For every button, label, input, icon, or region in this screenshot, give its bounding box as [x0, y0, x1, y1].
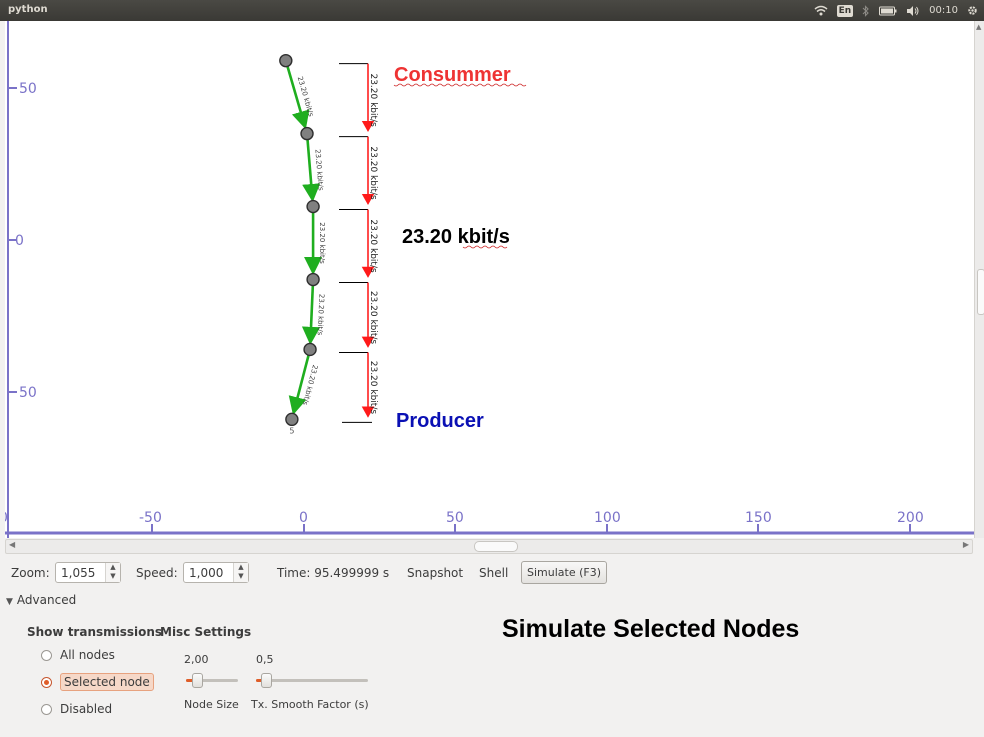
title-bar: python En 00:10 — [0, 0, 984, 21]
node-size-label: Node Size — [184, 698, 239, 711]
link-rate-label: 23.20 kbit/s — [296, 76, 315, 118]
radio-all-nodes[interactable]: All nodes — [41, 648, 115, 662]
keyboard-lang-icon[interactable]: En — [836, 4, 854, 17]
snapshot-button[interactable]: Snapshot — [407, 566, 463, 580]
vertical-scrollbar[interactable]: ▲ — [974, 21, 984, 538]
x-tick-label: 0 — [299, 510, 308, 526]
y-tick-label: 50 — [19, 81, 37, 97]
zoom-stepper-icon[interactable]: ▲ ▼ — [105, 563, 120, 582]
smooth-factor-label: Tx. Smooth Factor (s) — [251, 698, 369, 711]
rate-label: 23.20 kbit/s — [402, 226, 510, 248]
smooth-factor-slider[interactable] — [256, 673, 368, 688]
x-tick-label: 100 — [594, 510, 621, 526]
y-tick-label: 50 — [19, 385, 37, 401]
radio-circle-icon[interactable] — [41, 703, 52, 715]
radio-label[interactable]: Disabled — [60, 702, 112, 716]
node-size-slider[interactable] — [186, 673, 238, 688]
transmission-rate-label: 23.20 kbit/s — [368, 146, 378, 200]
zoom-spinner[interactable]: 1,055 ▲ ▼ — [55, 562, 121, 583]
clock[interactable]: 00:10 — [929, 5, 958, 16]
scroll-up-icon[interactable]: ▲ — [976, 23, 981, 31]
transmission-rate-label: 23.20 kbit/s — [368, 219, 378, 273]
link-rate-label: 23.20 kbit/s — [316, 294, 326, 336]
network-node[interactable] — [279, 53, 293, 68]
x-ticks: 0 -50 0 50 100 150 200 — [5, 510, 924, 533]
transmission-rate-label: 23.20 kbit/s — [368, 291, 378, 345]
scroll-right-icon[interactable]: ▶ — [963, 540, 969, 549]
transmission-rate-label: 23.20 kbit/s — [368, 361, 378, 415]
consumer-label: Consummer — [394, 64, 511, 86]
x-tick-label: 200 — [897, 510, 924, 526]
radio-label[interactable]: Selected node — [60, 673, 154, 691]
scroll-left-icon[interactable]: ◀ — [9, 540, 15, 549]
advanced-label[interactable]: Advanced — [17, 593, 76, 607]
x-tick-label: -50 — [139, 510, 162, 526]
vertical-scroll-thumb[interactable] — [977, 269, 984, 315]
transmissions-layer: 23.20 kbit/s 23.20 kbit/s 23.20 kbit/s 23.2… — [339, 63, 378, 423]
smooth-factor-slider-handle[interactable] — [261, 673, 272, 688]
show-transmissions-heading: Show transmissions — [27, 625, 163, 639]
transmission-rate-label: 23.20 kbit/s — [368, 73, 378, 127]
system-tray: En 00:10 — [814, 2, 978, 19]
window-title: python — [8, 4, 48, 15]
advanced-expander[interactable]: ▼ Advanced — [6, 593, 76, 607]
speed-label: Speed: — [136, 566, 178, 580]
network-node[interactable] — [306, 199, 320, 214]
zoom-value[interactable]: 1,055 — [61, 566, 95, 580]
link-edge — [301, 279, 321, 346]
network-node[interactable] — [303, 342, 317, 357]
network-node[interactable] — [300, 126, 314, 141]
volume-icon[interactable] — [906, 5, 920, 17]
radio-circle-icon[interactable] — [41, 676, 52, 688]
horizontal-scroll-thumb[interactable] — [474, 541, 518, 552]
x-tick-label: 0 — [5, 510, 8, 526]
links-layer: 23.20 kbit/s 23.20 kbit/s 23.20 kbit/s 23.2… — [284, 60, 326, 416]
node-size-value: 2,00 — [184, 653, 209, 666]
caption-simulate-selected-nodes: Simulate Selected Nodes — [502, 615, 800, 643]
radio-label[interactable]: All nodes — [60, 648, 115, 662]
smooth-factor-value: 0,5 — [256, 653, 274, 666]
shell-button[interactable]: Shell — [479, 566, 508, 580]
expander-triangle-icon[interactable]: ▼ — [6, 597, 13, 607]
misc-settings-heading: Misc Settings — [160, 625, 252, 639]
zoom-label: Zoom: — [11, 566, 50, 580]
speed-spinner[interactable]: 1,000 ▲ ▼ — [183, 562, 249, 583]
radio-selected-node[interactable]: Selected node — [41, 673, 154, 691]
horizontal-scrollbar[interactable]: ◀ ▶ — [5, 539, 973, 554]
link-edge — [302, 133, 321, 203]
node-size-slider-handle[interactable] — [192, 673, 203, 688]
y-tick-label: 0 — [15, 233, 24, 249]
wifi-icon[interactable] — [814, 5, 828, 16]
network-canvas[interactable]: 50 0 50 0 -50 0 50 100 150 200 — [5, 21, 974, 538]
radio-disabled[interactable]: Disabled — [41, 702, 112, 716]
simulate-button[interactable]: Simulate (F3) — [521, 561, 608, 584]
y-ticks: 50 0 50 — [8, 81, 37, 401]
producer-label: Producer — [396, 410, 484, 432]
network-node[interactable] — [306, 272, 320, 287]
time-readout: Time: 95.499999 s — [277, 566, 390, 580]
x-tick-label: 150 — [745, 510, 772, 526]
link-rate-label: 23.20 kbit/s — [318, 222, 326, 264]
x-tick-label: 50 — [446, 510, 464, 526]
network-node[interactable] — [285, 412, 299, 427]
radio-circle-icon[interactable] — [41, 649, 52, 661]
node-id-label: 5 — [289, 426, 294, 435]
settings-gear-icon[interactable] — [967, 5, 978, 16]
link-rate-label: 23.20 kbit/s — [313, 149, 324, 191]
topology-plot[interactable]: 50 0 50 0 -50 0 50 100 150 200 — [5, 21, 974, 538]
battery-icon[interactable] — [879, 6, 897, 16]
bluetooth-icon[interactable] — [862, 4, 870, 17]
speed-value[interactable]: 1,000 — [189, 566, 223, 580]
speed-stepper-icon[interactable]: ▲ ▼ — [233, 563, 248, 582]
